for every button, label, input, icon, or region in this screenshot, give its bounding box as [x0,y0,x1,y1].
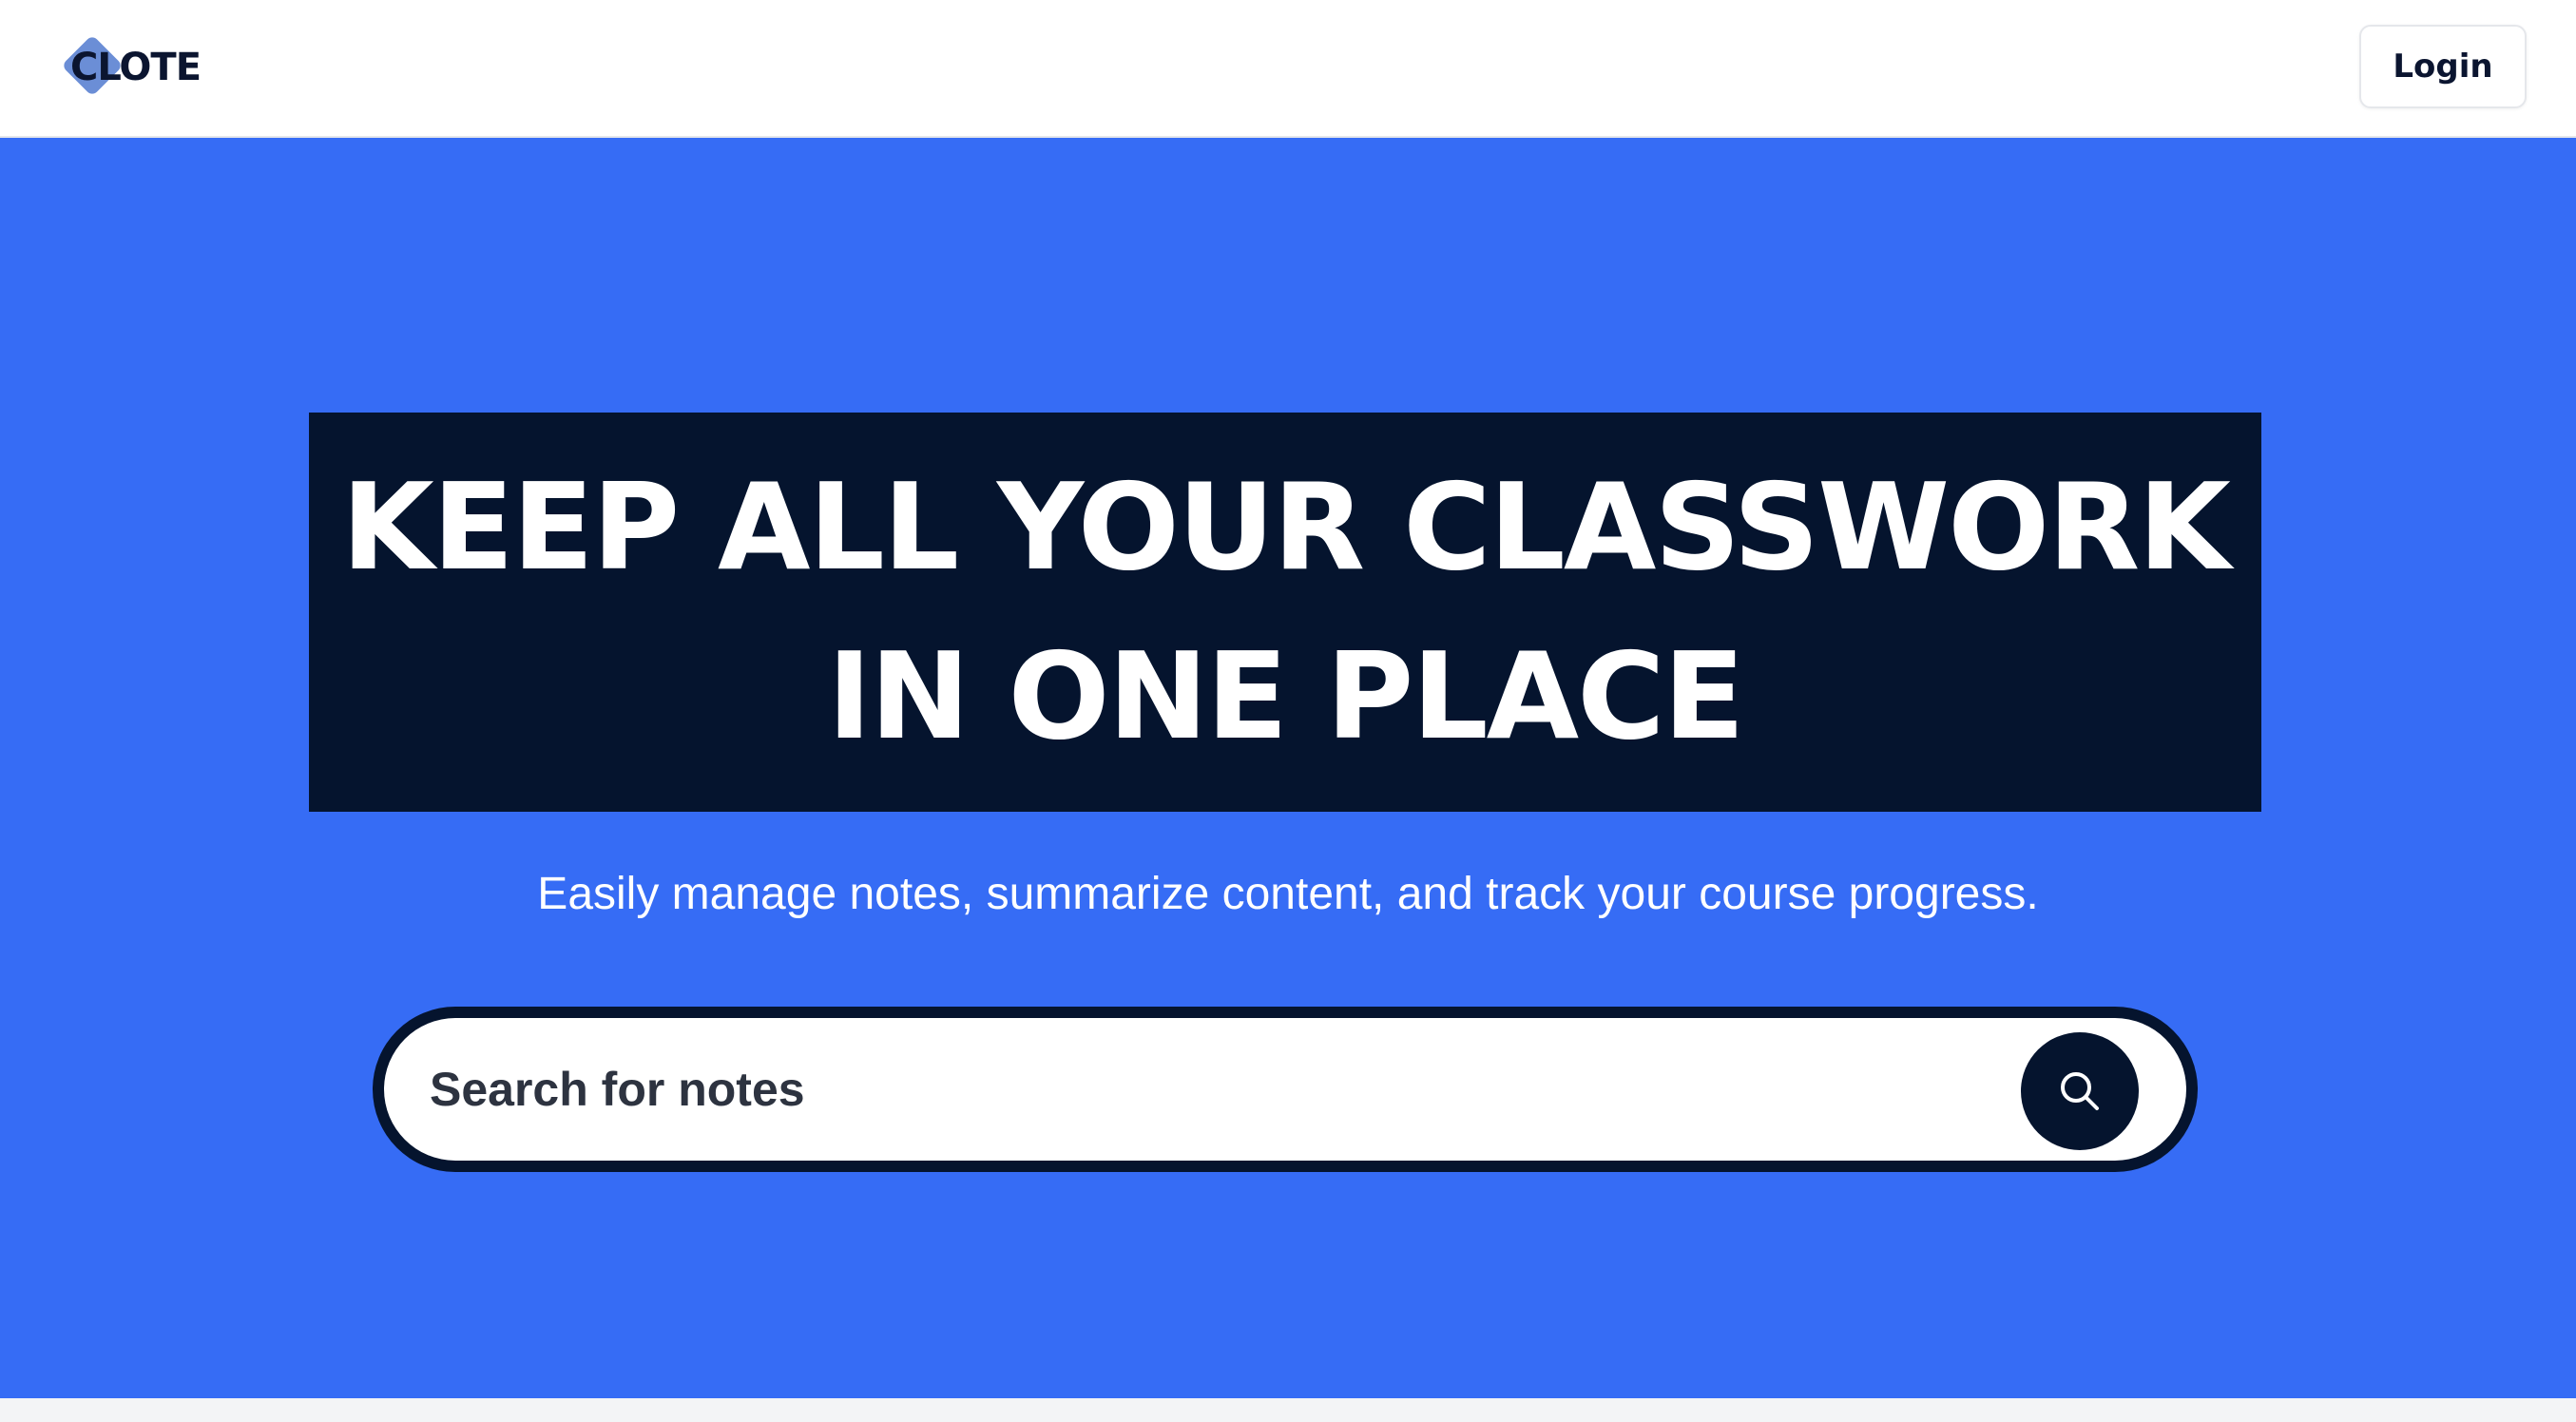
logo[interactable]: CLOTE [61,34,205,99]
search-bar [373,1007,2198,1172]
hero-subtitle: Easily manage notes, summarize content, … [537,869,2039,919]
hero-section: KEEP ALL YOUR CLASSWORK IN ONE PLACE Eas… [0,138,2576,1398]
search-input[interactable] [430,1018,1913,1161]
top-navigation-bar: CLOTE Login [0,0,2576,138]
headline-banner: KEEP ALL YOUR CLASSWORK IN ONE PLACE [309,413,2261,812]
search-button[interactable] [2021,1032,2139,1150]
login-button[interactable]: Login [2359,25,2527,108]
headline-line-2: IN ONE PLACE [827,626,1744,766]
search-bar-inner [384,1018,2186,1161]
headline-line-1: KEEP ALL YOUR CLASSWORK [341,457,2231,597]
footer-strip [0,1398,2576,1422]
logo-text: CLOTE [70,46,202,89]
search-icon [2061,1072,2099,1110]
